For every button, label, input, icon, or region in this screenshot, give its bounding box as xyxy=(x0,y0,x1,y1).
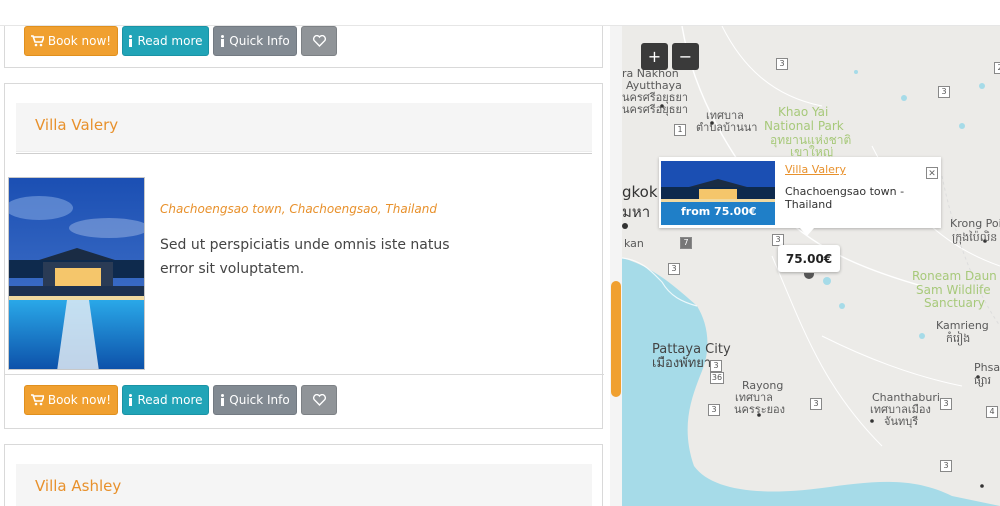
route-shield: 3 xyxy=(938,86,950,98)
route-shield: 3 xyxy=(710,360,722,372)
book-now-button[interactable]: Book now! xyxy=(24,26,118,56)
map-label: เมืองพัทยา xyxy=(652,356,712,371)
action-row: Book now! Read more Quick Info xyxy=(5,375,604,429)
read-more-button[interactable]: Read more xyxy=(122,26,209,56)
scrollbar-track[interactable] xyxy=(610,26,622,506)
route-shield: 1 xyxy=(674,124,686,136)
map-label: ตำบลบ้านนา xyxy=(696,121,758,134)
route-shield: 3 xyxy=(708,404,720,416)
route-shield: 4 xyxy=(986,406,998,418)
close-icon[interactable]: ✕ xyxy=(926,167,938,179)
divider xyxy=(5,374,604,375)
map-label: កំរៀង xyxy=(946,332,971,345)
info-icon xyxy=(128,394,133,406)
map-label: มหา xyxy=(622,203,651,221)
divider xyxy=(16,153,592,154)
listing-panel: Book now! Read more Quick Info Villa Val… xyxy=(0,26,610,506)
read-more-label: Read more xyxy=(137,393,203,407)
map-popup: from 75.00€ Villa Valery Chachoengsao to… xyxy=(659,157,941,228)
heart-icon xyxy=(312,35,326,47)
map-label: นครศรีอยุธยา xyxy=(622,103,689,116)
read-more-label: Read more xyxy=(137,34,203,48)
map-label: Pattaya City xyxy=(652,342,731,357)
listing-title[interactable]: Villa Valery xyxy=(35,116,118,134)
quick-info-label: Quick Info xyxy=(229,34,290,48)
zoom-out-button[interactable]: − xyxy=(672,43,699,70)
heart-icon xyxy=(312,394,326,406)
quick-info-label: Quick Info xyxy=(229,393,290,407)
map-label: Kamrieng xyxy=(936,319,989,332)
popup-photo[interactable]: from 75.00€ xyxy=(661,161,775,225)
popup-image-price: from 75.00€ xyxy=(681,205,757,218)
popup-location: Chachoengsao town - Thailand xyxy=(785,185,905,211)
listing-photo[interactable] xyxy=(8,177,145,370)
route-shield: 3 xyxy=(940,398,952,410)
listing-title-box: Villa Ashley xyxy=(16,464,592,506)
map-label: Khao Yai xyxy=(778,105,829,119)
map-label: Phsar xyxy=(974,361,1000,374)
map-label: จันทบุรี xyxy=(884,415,919,428)
cart-icon xyxy=(30,35,44,47)
info-icon xyxy=(220,35,225,47)
map-label: gkok xyxy=(622,183,658,201)
popup-pointer xyxy=(800,228,814,236)
listing-description: Sed ut perspiciatis unde omnis iste natu… xyxy=(160,237,450,277)
route-shield: 3 xyxy=(668,263,680,275)
price-marker[interactable]: 75.00€ xyxy=(778,245,840,272)
listing-location: Chachoengsao town, Chachoengsao, Thailan… xyxy=(160,202,437,216)
route-shield: 7 xyxy=(680,237,692,249)
book-now-button[interactable]: Book now! xyxy=(24,385,118,415)
listing-card-previous: Book now! Read more Quick Info xyxy=(4,26,603,68)
cart-icon xyxy=(30,394,44,406)
read-more-button[interactable]: Read more xyxy=(122,385,209,415)
quick-info-button[interactable]: Quick Info xyxy=(213,385,297,415)
book-now-label: Book now! xyxy=(47,393,112,407)
route-shield: 36 xyxy=(710,372,724,384)
map-label: kan xyxy=(624,237,644,250)
favorite-button[interactable] xyxy=(301,26,337,56)
popup-title[interactable]: Villa Valery xyxy=(785,163,846,176)
map-label: Sanctuary xyxy=(924,296,985,310)
route-shield: 3 xyxy=(810,398,822,410)
quick-info-button[interactable]: Quick Info xyxy=(213,26,297,56)
listing-title-box: Villa Valery xyxy=(16,103,592,152)
route-shield: 3 xyxy=(940,460,952,472)
map-label: นครระยอง xyxy=(734,403,786,416)
map-label: ក្រុងប៉ៃលិន xyxy=(952,231,998,244)
map-label: Krong Poi xyxy=(950,217,1000,230)
listing-card: Villa Ashley xyxy=(4,444,603,506)
map-label: Roneam Daun xyxy=(912,269,997,283)
info-icon xyxy=(220,394,225,406)
route-shield: 2 xyxy=(994,62,1000,74)
zoom-in-button[interactable]: + xyxy=(641,43,668,70)
action-row: Book now! Read more Quick Info xyxy=(5,26,604,70)
map-label: Sam Wildlife xyxy=(916,283,991,297)
scrollbar-thumb[interactable] xyxy=(611,281,621,397)
route-shield: 3 xyxy=(776,58,788,70)
book-now-label: Book now! xyxy=(47,34,112,48)
info-icon xyxy=(128,35,133,47)
listing-title[interactable]: Villa Ashley xyxy=(35,477,121,495)
map-label: National Park xyxy=(764,119,844,133)
favorite-button[interactable] xyxy=(301,385,337,415)
map-label: ផ្សារ xyxy=(974,374,992,387)
top-bar xyxy=(0,0,1000,26)
